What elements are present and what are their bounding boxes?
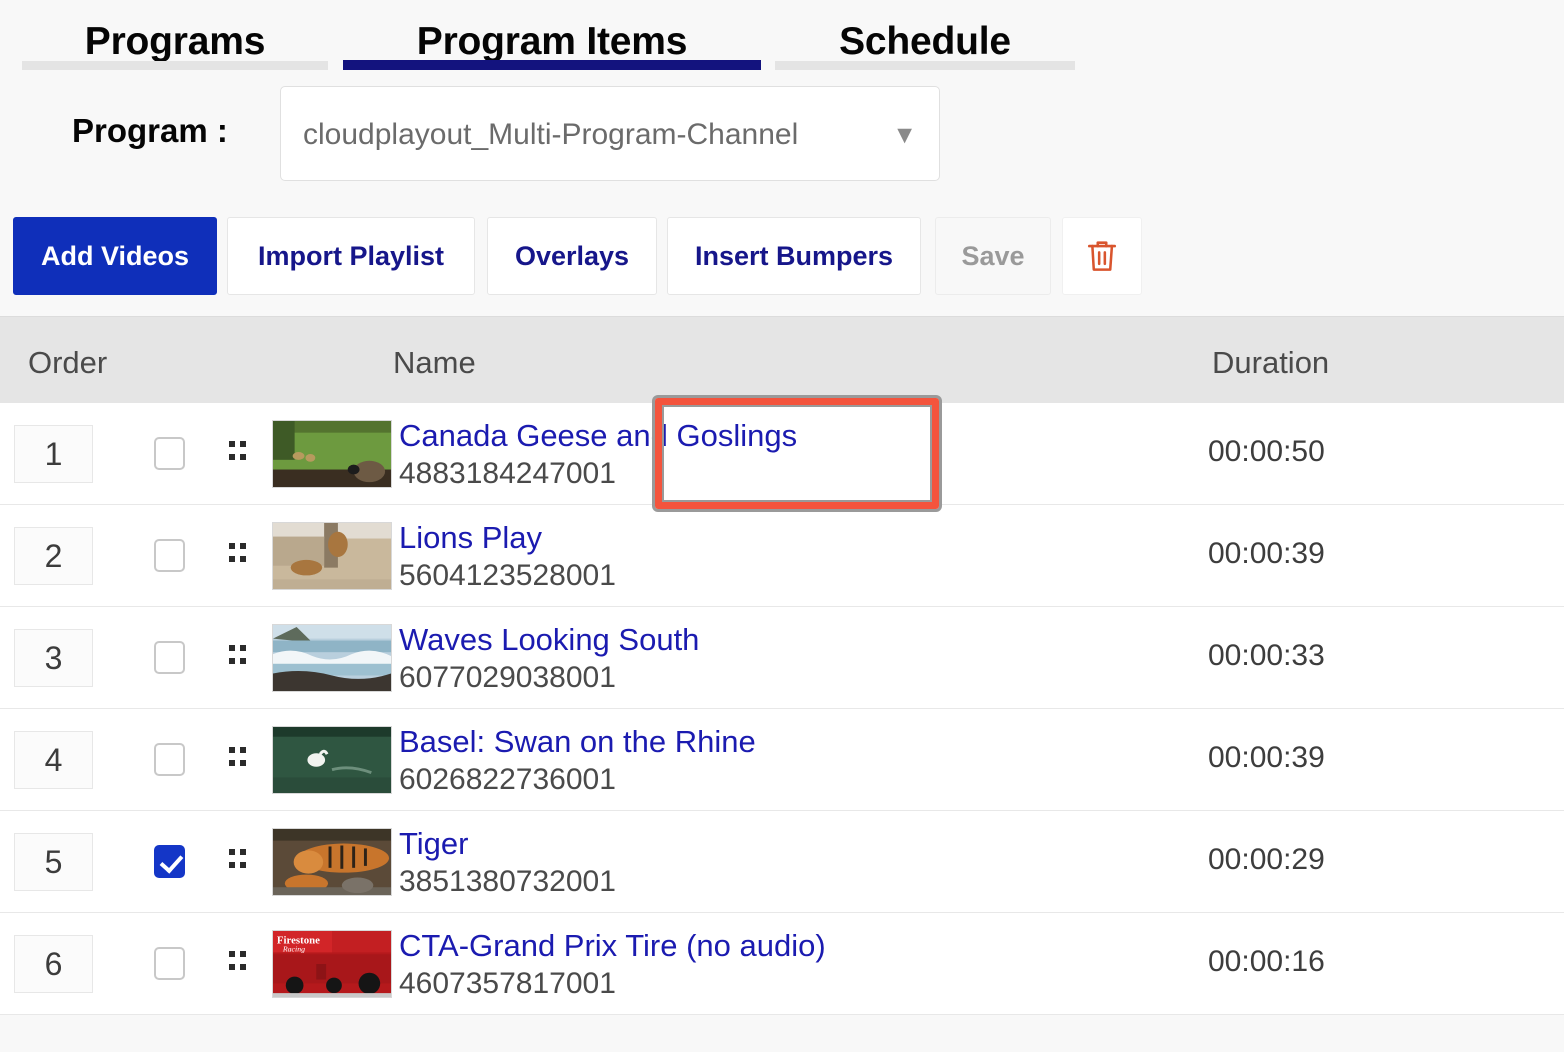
table-row[interactable]: 4 Basel: Swan on the Rhine6026822736001 00…: [0, 709, 1564, 811]
row-duration: 00:00:33: [1208, 639, 1325, 673]
program-select[interactable]: cloudplayout_Multi-Program-Channel ▼: [280, 86, 940, 181]
svg-text:Racing: Racing: [282, 944, 305, 953]
row-order: 6: [14, 935, 93, 993]
column-header-duration: Duration: [1212, 345, 1329, 381]
row-duration: 00:00:39: [1208, 537, 1325, 571]
row-checkbox[interactable]: [154, 437, 185, 470]
row-checkbox[interactable]: [154, 743, 185, 776]
row-order: 2: [14, 527, 93, 585]
row-name-cell: Tiger3851380732001: [399, 825, 616, 901]
video-title-link[interactable]: Lions Play: [399, 519, 616, 557]
row-duration: 00:00:16: [1208, 945, 1325, 979]
drag-handle-icon[interactable]: [229, 543, 245, 567]
table-header-row: Order Name Duration: [0, 316, 1564, 403]
row-checkbox[interactable]: [154, 641, 185, 674]
video-title-link[interactable]: Waves Looking South: [399, 621, 699, 659]
tab-schedule-label: Schedule: [775, 0, 1075, 61]
video-thumbnail: FirestoneRacing: [272, 930, 392, 998]
tab-program-items-underline: [343, 60, 761, 70]
row-checkbox[interactable]: [154, 539, 185, 572]
row-name-cell: Basel: Swan on the Rhine6026822736001: [399, 723, 756, 799]
row-duration: 00:00:29: [1208, 843, 1325, 877]
tab-bar: Programs Program Items Schedule: [0, 0, 1564, 82]
overlays-button[interactable]: Overlays: [487, 217, 657, 295]
tab-programs[interactable]: Programs: [22, 0, 328, 82]
row-name-cell: Lions Play5604123528001: [399, 519, 616, 595]
toolbar: Add Videos Import Playlist Overlays Inse…: [0, 186, 1564, 316]
video-title-link[interactable]: Tiger: [399, 825, 616, 863]
video-title-link[interactable]: Canada Geese and Goslings: [399, 417, 797, 455]
table-row[interactable]: 1 Canada Geese and Goslings4883184247001 0…: [0, 403, 1564, 505]
row-order: 4: [14, 731, 93, 789]
tab-programs-underline: [22, 61, 328, 70]
table-body: 1 Canada Geese and Goslings4883184247001 0…: [0, 403, 1564, 1015]
tab-program-items-label: Program Items: [343, 0, 761, 61]
tab-schedule[interactable]: Schedule: [775, 0, 1075, 82]
drag-handle-icon[interactable]: [229, 849, 245, 873]
row-duration: 00:00:50: [1208, 435, 1325, 469]
video-id: 3851380732001: [399, 863, 616, 901]
video-id: 5604123528001: [399, 557, 616, 595]
drag-handle-icon[interactable]: [229, 441, 245, 465]
video-thumbnail: [272, 624, 392, 692]
video-title-link[interactable]: CTA-Grand Prix Tire (no audio): [399, 927, 826, 965]
row-checkbox[interactable]: [154, 947, 185, 980]
video-thumbnail: [272, 726, 392, 794]
table-row[interactable]: 6 FirestoneRacingCTA-Grand Prix Tire (no …: [0, 913, 1564, 1015]
video-id: 6026822736001: [399, 761, 756, 799]
table-row[interactable]: 2 Lions Play5604123528001 00:00:39: [0, 505, 1564, 607]
drag-handle-icon[interactable]: [229, 951, 245, 975]
insert-bumpers-button[interactable]: Insert Bumpers: [667, 217, 921, 295]
row-name-cell: Canada Geese and Goslings4883184247001: [399, 417, 797, 493]
chevron-down-icon: ▼: [892, 123, 917, 148]
column-header-name: Name: [393, 345, 476, 381]
tab-schedule-underline: [775, 61, 1075, 70]
row-duration: 00:00:39: [1208, 741, 1325, 775]
drag-handle-icon[interactable]: [229, 645, 245, 669]
program-select-value: cloudplayout_Multi-Program-Channel: [303, 118, 798, 152]
video-id: 4607357817001: [399, 965, 826, 1003]
program-label: Program :: [72, 112, 228, 150]
row-checkbox[interactable]: [154, 845, 185, 878]
drag-handle-icon[interactable]: [229, 747, 245, 771]
video-id: 4883184247001: [399, 455, 797, 493]
program-items-table: Order Name Duration 1 Canada Geese and Go…: [0, 316, 1564, 1015]
table-row[interactable]: 3 Waves Looking South6077029038001 00:00:3…: [0, 607, 1564, 709]
row-order: 1: [14, 425, 93, 483]
video-title-link[interactable]: Basel: Swan on the Rhine: [399, 723, 756, 761]
video-thumbnail: [272, 420, 392, 488]
import-playlist-button[interactable]: Import Playlist: [227, 217, 475, 295]
save-button[interactable]: Save: [935, 217, 1051, 295]
row-name-cell: CTA-Grand Prix Tire (no audio)4607357817…: [399, 927, 826, 1003]
program-selector-row: Program : cloudplayout_Multi-Program-Cha…: [0, 82, 1564, 186]
table-row[interactable]: 5 Tiger3851380732001 00:00:29: [0, 811, 1564, 913]
tab-program-items[interactable]: Program Items: [343, 0, 761, 82]
row-order: 5: [14, 833, 93, 891]
delete-button[interactable]: [1062, 217, 1142, 295]
video-id: 6077029038001: [399, 659, 699, 697]
column-header-order: Order: [28, 345, 107, 381]
add-videos-button[interactable]: Add Videos: [13, 217, 217, 295]
tab-programs-label: Programs: [22, 0, 328, 61]
trash-icon: [1085, 237, 1119, 275]
video-thumbnail: [272, 828, 392, 896]
row-name-cell: Waves Looking South6077029038001: [399, 621, 699, 697]
row-order: 3: [14, 629, 93, 687]
video-thumbnail: [272, 522, 392, 590]
